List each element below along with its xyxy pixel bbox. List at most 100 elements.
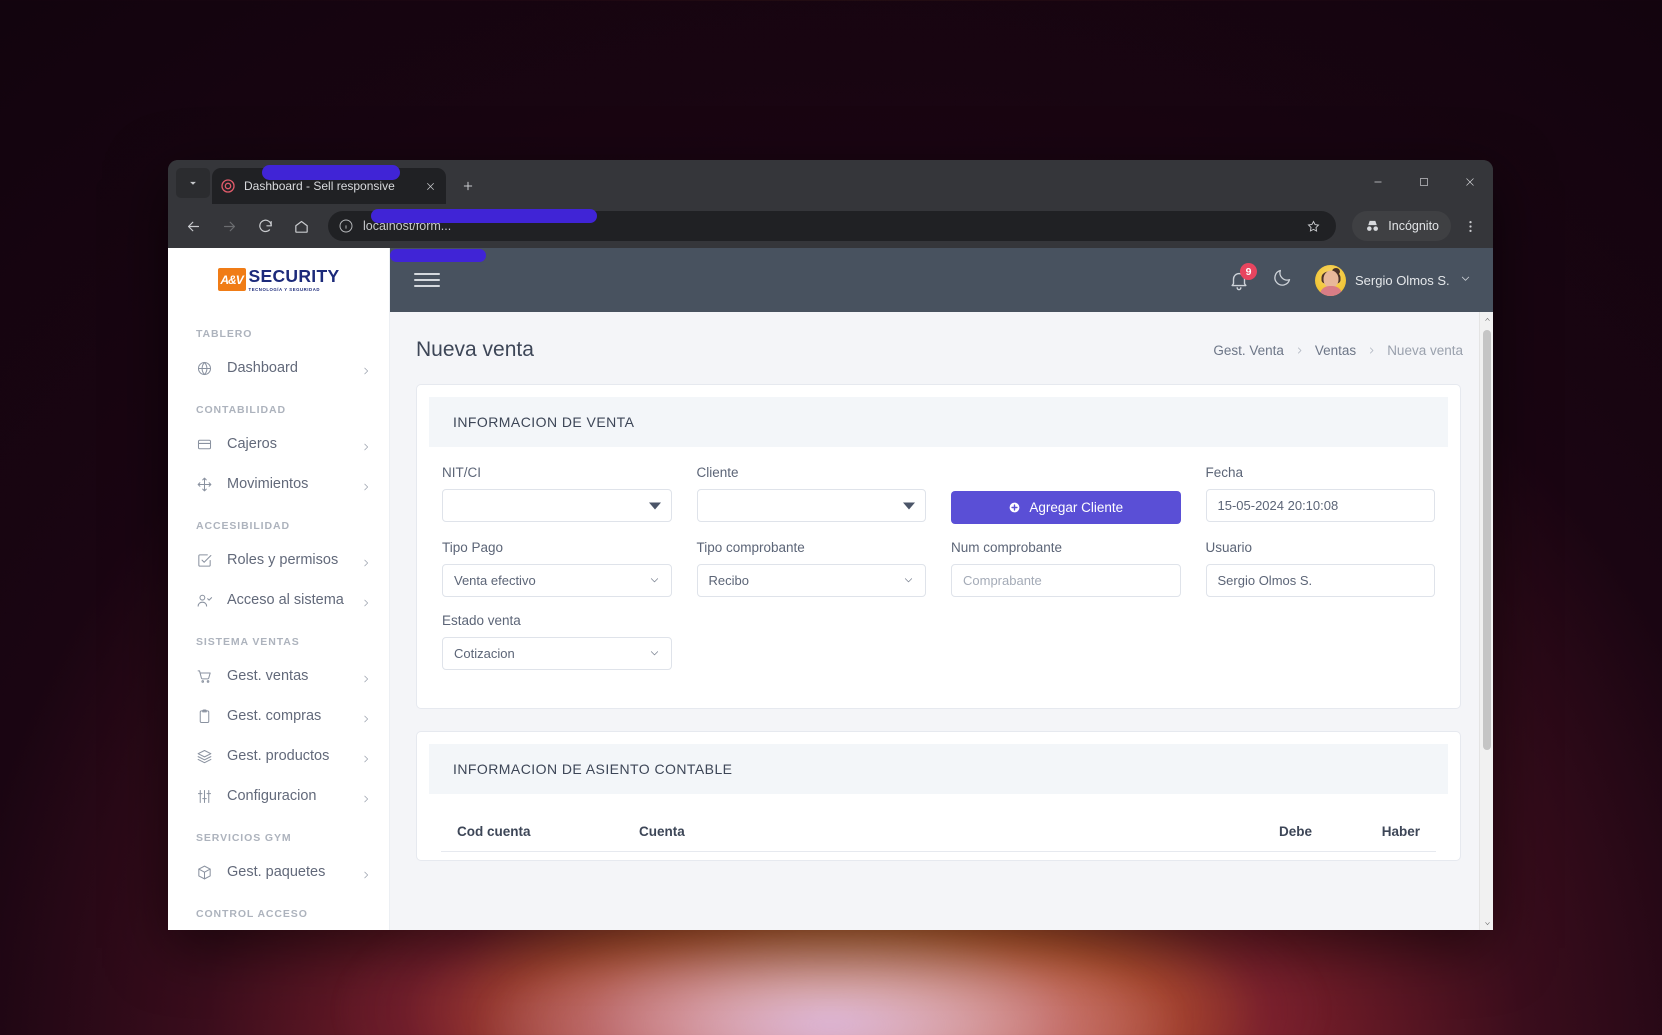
notifications-bell[interactable]: 9 bbox=[1228, 269, 1250, 291]
new-tab-button[interactable] bbox=[454, 172, 482, 200]
field-cliente: Cliente bbox=[697, 465, 927, 524]
page-viewport: A&V SECURITY TECNOLOGÍA Y SEGURIDAD TABL… bbox=[168, 248, 1493, 930]
chevron-down-icon bbox=[1460, 271, 1471, 289]
sidebar-item-roles-y-permisos[interactable]: Roles y permisos bbox=[168, 540, 389, 580]
package-icon bbox=[196, 864, 213, 881]
tipo-pago-value: Venta efectivo bbox=[454, 573, 536, 588]
incognito-icon bbox=[1364, 218, 1381, 235]
sidebar-item-gest-ventas[interactable]: Gest. ventas bbox=[168, 656, 389, 696]
sidebar-item-acceso-al-sistema[interactable]: Acceso al sistema bbox=[168, 580, 389, 620]
num-comprobante-input[interactable]: Comprabante bbox=[951, 564, 1181, 597]
sidebar-item-label: Configuracion bbox=[227, 788, 347, 804]
tipo-comprobante-value: Recibo bbox=[709, 573, 749, 588]
add-client-button[interactable]: Agregar Cliente bbox=[951, 491, 1181, 524]
nav-section-contabilidad: CONTABILIDAD bbox=[168, 388, 389, 424]
back-arrow-icon[interactable] bbox=[178, 211, 208, 241]
logo-mark: A&V bbox=[218, 268, 246, 291]
site-info-icon[interactable] bbox=[338, 218, 354, 234]
nav-section-tablero: TABLERO bbox=[168, 312, 389, 348]
bookmark-star-icon[interactable] bbox=[1300, 213, 1326, 239]
scrollbar-thumb[interactable] bbox=[1483, 330, 1491, 750]
user-name-redaction bbox=[390, 249, 486, 262]
moon-icon[interactable] bbox=[1272, 267, 1293, 293]
window-controls bbox=[1355, 160, 1493, 204]
sidebar-item-label: Gest. compras bbox=[227, 708, 347, 724]
tipo-comprobante-select[interactable]: Recibo bbox=[697, 564, 927, 597]
url-redaction bbox=[371, 209, 597, 223]
sliders-icon bbox=[196, 788, 213, 805]
field-label-tipo-pago: Tipo Pago bbox=[442, 540, 672, 555]
field-tipo-comprobante: Tipo comprobante Recibo bbox=[697, 540, 927, 597]
sidebar-item-label: Gest. productos bbox=[227, 748, 347, 764]
sidebar-item-label: Roles y permisos bbox=[227, 552, 347, 568]
estado-venta-select[interactable]: Cotizacion bbox=[442, 637, 672, 670]
incognito-indicator[interactable]: Incógnito bbox=[1352, 211, 1451, 241]
usuario-input[interactable]: Sergio Olmos S. bbox=[1206, 564, 1436, 597]
chevron-right-icon bbox=[361, 671, 371, 681]
reload-icon[interactable] bbox=[250, 211, 280, 241]
nav-section-control-acceso: CONTROL ACCESO bbox=[168, 892, 389, 928]
minimize-icon[interactable] bbox=[1355, 160, 1401, 204]
user-check-icon bbox=[196, 592, 213, 609]
sidebar-item-label: Gest. ventas bbox=[227, 668, 347, 684]
scroll-up-arrow[interactable] bbox=[1480, 312, 1493, 326]
nav-section-servicios-gym: SERVICIOS GYM bbox=[168, 816, 389, 852]
check-square-icon bbox=[196, 552, 213, 569]
tipo-pago-select[interactable]: Venta efectivo bbox=[442, 564, 672, 597]
field-estado-venta: Estado venta Cotizacion bbox=[442, 613, 672, 670]
cart-icon bbox=[196, 668, 213, 685]
cliente-select[interactable] bbox=[697, 489, 927, 522]
close-tab-icon[interactable] bbox=[422, 178, 438, 194]
avatar bbox=[1315, 265, 1346, 296]
card-icon bbox=[196, 436, 213, 453]
clipboard-icon bbox=[196, 708, 213, 725]
field-label-cliente: Cliente bbox=[697, 465, 927, 480]
user-menu[interactable]: Sergio Olmos S. bbox=[1315, 265, 1471, 296]
sidebar-item-gest-paquetes[interactable]: Gest. paquetes bbox=[168, 852, 389, 892]
logo-wordmark: SECURITY bbox=[249, 268, 340, 286]
fecha-value: 15-05-2024 20:10:08 bbox=[1218, 498, 1339, 513]
usuario-value: Sergio Olmos S. bbox=[1218, 573, 1313, 588]
breadcrumb-item-current: Nueva venta bbox=[1387, 343, 1463, 358]
field-num-comprobante: Num comprobante Comprabante bbox=[951, 540, 1181, 597]
sidebar-item-gest-productos[interactable]: Gest. productos bbox=[168, 736, 389, 776]
brand-logo[interactable]: A&V SECURITY TECNOLOGÍA Y SEGURIDAD bbox=[168, 248, 389, 312]
home-icon[interactable] bbox=[286, 211, 316, 241]
address-bar[interactable]: localhost/form... bbox=[328, 211, 1336, 241]
sidebar-item-gest-compras[interactable]: Gest. compras bbox=[168, 696, 389, 736]
kebab-menu-icon[interactable] bbox=[1457, 211, 1483, 241]
chevron-down-icon bbox=[649, 646, 660, 661]
scroll-down-arrow[interactable] bbox=[1480, 916, 1493, 930]
globe-icon bbox=[196, 360, 213, 377]
sidebar-item-configuracion[interactable]: Configuracion bbox=[168, 776, 389, 816]
page-scrollbar[interactable] bbox=[1479, 312, 1493, 930]
nit-select[interactable] bbox=[442, 489, 672, 522]
breadcrumb-item-gest-venta[interactable]: Gest. Venta bbox=[1213, 343, 1284, 358]
sidebar-item-movimientos[interactable]: Movimientos bbox=[168, 464, 389, 504]
page-header: Nueva venta Gest. Venta Ventas Nueva ven… bbox=[390, 312, 1493, 362]
close-window-icon[interactable] bbox=[1447, 160, 1493, 204]
add-client-label: Agregar Cliente bbox=[1029, 500, 1123, 515]
accounting-card: INFORMACION DE ASIENTO CONTABLE Cod cuen… bbox=[416, 731, 1461, 861]
chevron-right-icon bbox=[361, 363, 371, 373]
chevron-right-icon bbox=[361, 595, 371, 605]
hamburger-icon[interactable] bbox=[414, 270, 440, 290]
tab-search-button[interactable] bbox=[176, 168, 210, 198]
breadcrumb: Gest. Venta Ventas Nueva venta bbox=[1213, 343, 1463, 358]
fecha-input[interactable]: 15-05-2024 20:10:08 bbox=[1206, 489, 1436, 522]
sidebar-item-dashboard[interactable]: Dashboard bbox=[168, 348, 389, 388]
column-header-cuenta: Cuenta bbox=[639, 824, 1202, 839]
forward-arrow-icon[interactable] bbox=[214, 211, 244, 241]
chevron-right-icon bbox=[361, 791, 371, 801]
caret-down-icon bbox=[649, 502, 661, 509]
browser-tab[interactable]: Dashboard - Sell responsive bbox=[212, 168, 446, 204]
accounting-table-header: Cod cuenta Cuenta Debe Haber bbox=[441, 802, 1436, 852]
breadcrumb-item-ventas[interactable]: Ventas bbox=[1315, 343, 1356, 358]
column-header-debe: Debe bbox=[1202, 824, 1312, 839]
sidebar-item-cajeros[interactable]: Cajeros bbox=[168, 424, 389, 464]
sidebar-item-label: Movimientos bbox=[227, 476, 347, 492]
maximize-icon[interactable] bbox=[1401, 160, 1447, 204]
column-header-cod-cuenta: Cod cuenta bbox=[457, 824, 639, 839]
notification-badge: 9 bbox=[1240, 263, 1257, 280]
tab-title: Dashboard - Sell responsive bbox=[244, 179, 414, 193]
